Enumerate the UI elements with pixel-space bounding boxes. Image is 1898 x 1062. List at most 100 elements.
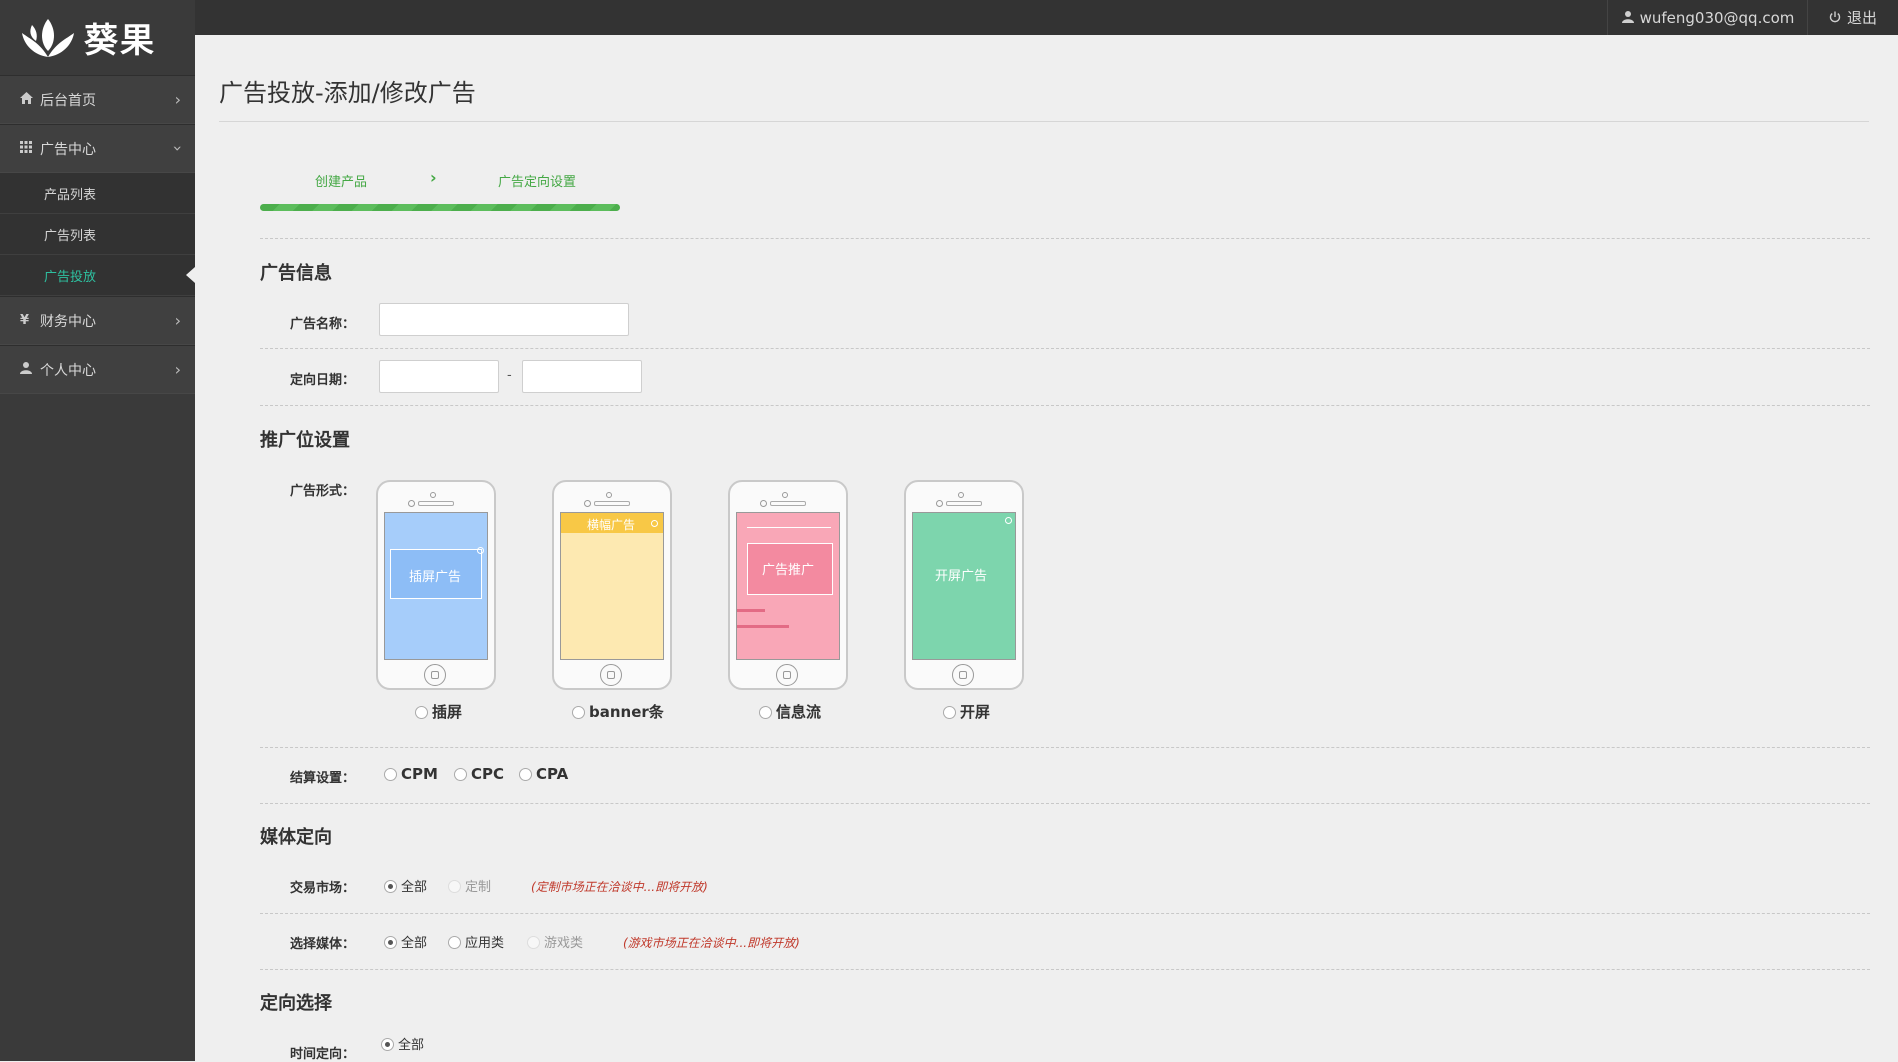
chevron-down-icon: › <box>168 145 188 152</box>
interstitial-box: 插屏广告 <box>390 549 482 599</box>
logout-button[interactable]: 退出 <box>1807 0 1898 35</box>
logout-label: 退出 <box>1846 9 1877 27</box>
time-option-all[interactable]: 全部 <box>381 1034 424 1053</box>
media-option-all[interactable]: 全部 <box>384 932 427 951</box>
ad-format-label: 广告形式： <box>290 484 356 499</box>
sidebar-subitem-ad-list[interactable]: 广告列表 <box>0 214 195 255</box>
phone-home-button <box>776 664 798 686</box>
phone-home-button <box>952 664 974 686</box>
end-date-input[interactable] <box>522 360 642 393</box>
logo[interactable]: 葵果 <box>0 0 195 75</box>
feed-line <box>747 527 831 528</box>
feed-line <box>737 625 789 628</box>
user-icon <box>1621 9 1634 27</box>
radio[interactable] <box>454 768 467 781</box>
phone-screen: 横幅广告 <box>560 512 664 660</box>
radio[interactable] <box>943 706 956 719</box>
phone-screen: 广告推广 <box>736 512 840 660</box>
media-option-apps[interactable]: 应用类 <box>448 932 504 951</box>
step-targeting[interactable]: 广告定向设置 <box>498 171 576 190</box>
radio[interactable] <box>384 880 397 893</box>
sidebar-item-dashboard[interactable]: 后台首页 › <box>0 75 195 124</box>
format-option-splash[interactable]: 开屏 <box>943 701 990 722</box>
divider <box>260 747 1870 748</box>
media-option-games[interactable]: 游戏类 <box>527 932 583 951</box>
feed-line <box>737 609 765 612</box>
close-icon <box>651 520 658 527</box>
sidebar-item-label: 财务中心 <box>40 313 96 330</box>
market-option-all[interactable]: 全部 <box>384 876 427 895</box>
billing-option-label: CPC <box>471 765 505 783</box>
market-option-custom[interactable]: 定制 <box>448 876 491 895</box>
phone-speaker <box>946 501 982 506</box>
user-icon <box>20 361 34 378</box>
sidebar-item-ad-center[interactable]: 广告中心 › <box>0 124 195 173</box>
format-label: banner条 <box>589 703 664 721</box>
phone-sensor <box>584 500 591 507</box>
divider <box>260 405 1870 406</box>
billing-option-cpc[interactable]: CPC <box>454 765 504 783</box>
phone-splash[interactable]: 开屏广告 <box>904 480 1024 690</box>
sidebar-item-finance[interactable]: ¥ 财务中心 › <box>0 296 195 345</box>
step-progress-bar <box>260 204 620 211</box>
step-create-product[interactable]: 创建产品 <box>315 171 367 190</box>
sidebar-subitem-ad-placement[interactable]: 广告投放 <box>0 255 195 296</box>
ad-name-input[interactable] <box>379 303 629 336</box>
format-label: 插屏 <box>432 703 463 721</box>
phone-sensor <box>760 500 767 507</box>
phone-camera <box>430 492 436 498</box>
page-title: 广告投放-添加/修改广告 <box>219 79 476 107</box>
grid-icon <box>20 140 34 157</box>
phone-speaker <box>594 501 630 506</box>
phone-feed[interactable]: 广告推广 <box>728 480 848 690</box>
brand-name: 葵果 <box>84 21 156 61</box>
format-option-interstitial[interactable]: 插屏 <box>415 701 462 722</box>
phone-home-button <box>424 664 446 686</box>
phone-speaker <box>770 501 806 506</box>
sidebar-item-personal[interactable]: 个人中心 › <box>0 345 195 394</box>
section-title-placement: 推广位设置 <box>260 430 350 451</box>
ad-name-label: 广告名称： <box>290 317 356 332</box>
billing-option-cpm[interactable]: CPM <box>384 765 438 783</box>
phone-camera <box>958 492 964 498</box>
radio[interactable] <box>527 936 540 949</box>
radio[interactable] <box>384 936 397 949</box>
radio[interactable] <box>448 880 461 893</box>
phone-sensor <box>408 500 415 507</box>
close-icon <box>477 547 484 554</box>
billing-label: 结算设置： <box>290 771 356 786</box>
banner-strip: 横幅广告 <box>561 513 663 533</box>
chevron-right-icon: › <box>174 311 181 330</box>
radio[interactable] <box>572 706 585 719</box>
radio[interactable] <box>381 1038 394 1051</box>
divider <box>260 913 1870 914</box>
format-option-banner[interactable]: banner条 <box>572 701 664 722</box>
format-option-feed[interactable]: 信息流 <box>759 701 821 722</box>
phone-banner[interactable]: 横幅广告 <box>552 480 672 690</box>
start-date-input[interactable] <box>379 360 499 393</box>
date-range-label: 定向日期： <box>290 373 356 388</box>
radio[interactable] <box>384 768 397 781</box>
phone-screen: 开屏广告 <box>912 512 1016 660</box>
radio[interactable] <box>759 706 772 719</box>
section-title-targeting: 定向选择 <box>260 993 332 1014</box>
date-separator: - <box>507 368 512 383</box>
chevron-right-icon: › <box>174 360 181 379</box>
radio[interactable] <box>519 768 532 781</box>
section-title-media: 媒体定向 <box>260 827 332 848</box>
sidebar-subitem-product-list[interactable]: 产品列表 <box>0 173 195 214</box>
screen-label: 横幅广告 <box>587 518 636 532</box>
chevron-right-icon: › <box>430 168 437 187</box>
time-targeting-label: 时间定向： <box>290 1047 356 1062</box>
billing-option-label: CPM <box>401 765 438 783</box>
radio[interactable] <box>448 936 461 949</box>
radio[interactable] <box>415 706 428 719</box>
user-menu[interactable]: wufeng030@qq.com <box>1607 0 1808 35</box>
media-option-label: 应用类 <box>465 936 505 951</box>
media-note: (游戏市场正在洽谈中...即将开放) <box>623 936 800 950</box>
billing-option-label: CPA <box>536 765 569 783</box>
media-option-label: 全部 <box>401 936 428 951</box>
phone-camera <box>606 492 612 498</box>
phone-interstitial[interactable]: 插屏广告 <box>376 480 496 690</box>
billing-option-cpa[interactable]: CPA <box>519 765 568 783</box>
